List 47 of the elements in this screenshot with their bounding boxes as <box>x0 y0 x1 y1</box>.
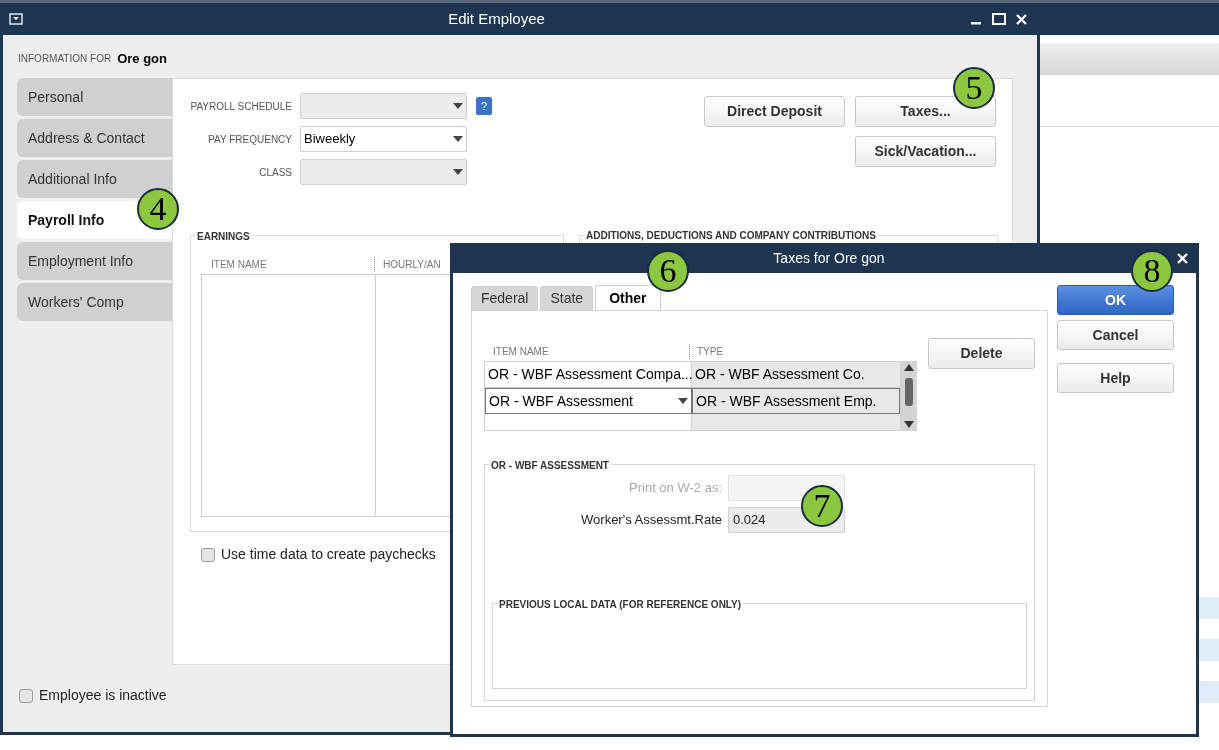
delete-button[interactable]: Delete <box>928 338 1035 369</box>
close-icon[interactable] <box>1016 13 1027 25</box>
field-label: PAYROLL SCHEDULE <box>190 99 293 114</box>
system-menu-icon[interactable] <box>9 13 23 25</box>
sidebar-tab[interactable]: Additional Info <box>17 160 172 198</box>
tab[interactable]: State <box>540 286 594 311</box>
column-header: ITEM NAME <box>210 257 268 272</box>
group-title: ADDITIONS, DEDUCTIONS AND COMPANY CONTRIBUTIONS <box>584 230 878 241</box>
sidebar-tab[interactable]: Workers' Comp <box>17 283 172 321</box>
caret-icon <box>453 136 463 142</box>
table-cell: OR - WBF Assessment Emp. <box>692 388 900 414</box>
table-cell[interactable]: OR - WBF Assessment <box>485 388 692 414</box>
field-label: CLASS <box>258 165 293 180</box>
close-icon[interactable] <box>1177 252 1188 264</box>
column-header: HOURLY/AN <box>374 256 441 272</box>
information-for-label: INFORMATION FOR <box>18 52 112 66</box>
tab[interactable]: Other <box>595 285 661 311</box>
help-icon[interactable]: ? <box>476 97 492 115</box>
action-button[interactable]: Direct Deposit <box>704 96 845 127</box>
employee-name: Ore gon <box>117 49 167 68</box>
checkbox-label: Use time data to create paychecks <box>221 545 436 564</box>
tab[interactable]: Federal <box>471 286 539 311</box>
table-cell: OR - WBF Assessment Co. <box>692 362 900 388</box>
sidebar-tab[interactable]: Employment Info <box>17 242 172 280</box>
dialog-button[interactable]: Cancel <box>1057 320 1174 350</box>
dialog-button[interactable]: OK <box>1057 285 1174 315</box>
caret-icon <box>678 398 688 404</box>
dialog-title: Taxes for Ore gon <box>772 248 886 268</box>
checkbox-label: Employee is inactive <box>39 686 167 705</box>
field-label: Worker's Assessmt.Rate <box>580 511 723 530</box>
caret-icon <box>453 103 463 109</box>
sidebar-tab[interactable]: Personal <box>17 78 172 116</box>
group-title: PREVIOUS LOCAL DATA (FOR REFERENCE ONLY) <box>497 597 744 612</box>
action-button[interactable]: Sick/Vacation... <box>855 136 996 167</box>
maximize-icon[interactable] <box>992 13 1006 25</box>
checkbox[interactable] <box>201 547 215 562</box>
dropdown[interactable]: Biweekly <box>300 126 467 152</box>
sidebar-tab[interactable]: Address & Contact <box>17 119 172 157</box>
dialog-button[interactable]: Help <box>1057 363 1174 393</box>
scrollbar[interactable] <box>901 361 917 431</box>
caret-icon <box>453 169 463 175</box>
window-title: Edit Employee <box>447 8 546 29</box>
checkbox[interactable] <box>19 688 33 703</box>
column-header: ITEM NAME <box>492 344 550 359</box>
field-label: Print on W-2 as: <box>628 479 723 498</box>
column-header: TYPE <box>689 343 724 359</box>
field-label: PAY FREQUENCY <box>207 132 293 147</box>
